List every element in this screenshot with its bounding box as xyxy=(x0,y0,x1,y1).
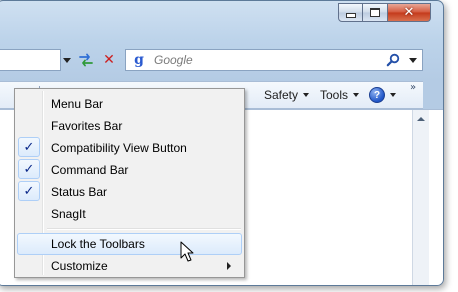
search-button[interactable] xyxy=(385,52,401,68)
checkmark-box: ✓ xyxy=(18,181,40,201)
checkmark-box: ✓ xyxy=(18,159,40,179)
tools-label: Tools xyxy=(320,88,349,102)
safety-menu-button[interactable]: Safety xyxy=(264,82,310,108)
address-input[interactable] xyxy=(0,49,61,71)
menu-item-label: Command Bar xyxy=(51,163,129,177)
mouse-cursor-icon xyxy=(180,241,194,262)
safety-label: Safety xyxy=(264,88,299,102)
help-menu-button[interactable]: ? xyxy=(369,82,396,108)
chevron-up-icon xyxy=(417,117,425,121)
menu-item-label: Status Bar xyxy=(51,185,108,199)
checkmark-icon: ✓ xyxy=(23,139,35,155)
chevron-right-icon xyxy=(227,262,231,270)
menu-item-favorites-bar[interactable]: Favorites Bar xyxy=(17,115,242,137)
toolbar-overflow-button[interactable]: » xyxy=(410,82,416,93)
scroll-up-button[interactable] xyxy=(413,112,429,126)
menu-item-command-bar[interactable]: ✓ Command Bar xyxy=(17,159,242,181)
close-button[interactable]: ✕ xyxy=(388,3,431,22)
menu-item-label: Favorites Bar xyxy=(51,119,123,133)
refresh-icon xyxy=(79,53,93,67)
search-icon xyxy=(386,53,400,67)
menu-item-label: Compatibility View Button xyxy=(51,141,187,155)
menu-item-customize[interactable]: Customize xyxy=(17,255,242,277)
minimize-button[interactable] xyxy=(338,3,363,22)
tools-menu-button[interactable]: Tools xyxy=(320,82,360,108)
chevron-down-icon xyxy=(409,57,417,63)
menu-item-label: Lock the Toolbars xyxy=(51,237,145,251)
menu-item-menu-bar[interactable]: Menu Bar xyxy=(17,93,242,115)
checkmark-icon: ✓ xyxy=(23,183,35,199)
chevron-down-icon xyxy=(63,57,71,63)
toolbar-context-menu: Menu Bar Favorites Bar ✓ Compatibility V… xyxy=(14,88,245,278)
stop-icon: ✕ xyxy=(103,52,115,68)
search-options-button[interactable] xyxy=(405,50,420,70)
chevron-down-icon xyxy=(390,93,396,97)
chevron-down-icon xyxy=(353,93,360,97)
chevron-down-icon xyxy=(303,93,310,97)
search-placeholder[interactable]: Google xyxy=(154,53,385,67)
menu-item-lock-the-toolbars[interactable]: Lock the Toolbars xyxy=(17,233,242,255)
maximize-button[interactable] xyxy=(363,3,388,22)
menu-item-snagit[interactable]: SnagIt xyxy=(17,203,242,225)
refresh-button[interactable] xyxy=(75,50,97,70)
menu-item-status-bar[interactable]: ✓ Status Bar xyxy=(17,181,242,203)
window-caption-buttons: ✕ xyxy=(338,3,431,23)
address-search-row: ✕ g Google xyxy=(0,49,443,75)
stop-button[interactable]: ✕ xyxy=(99,50,119,70)
close-icon: ✕ xyxy=(403,5,415,20)
address-dropdown-button[interactable] xyxy=(61,49,73,71)
help-icon: ? xyxy=(369,87,385,103)
menu-separator xyxy=(47,228,241,230)
minimize-icon xyxy=(345,13,356,18)
checkmark-box: ✓ xyxy=(18,137,40,157)
menu-item-label: SnagIt xyxy=(51,207,86,221)
menu-item-label: Customize xyxy=(51,259,108,273)
menu-item-label: Menu Bar xyxy=(51,97,104,111)
checkmark-icon: ✓ xyxy=(23,161,35,177)
google-logo-icon: g xyxy=(134,52,144,68)
search-box[interactable]: g Google xyxy=(125,49,423,71)
maximize-icon xyxy=(370,8,380,17)
menu-item-compatibility-view-button[interactable]: ✓ Compatibility View Button xyxy=(17,137,242,159)
vertical-scrollbar[interactable] xyxy=(412,110,429,285)
